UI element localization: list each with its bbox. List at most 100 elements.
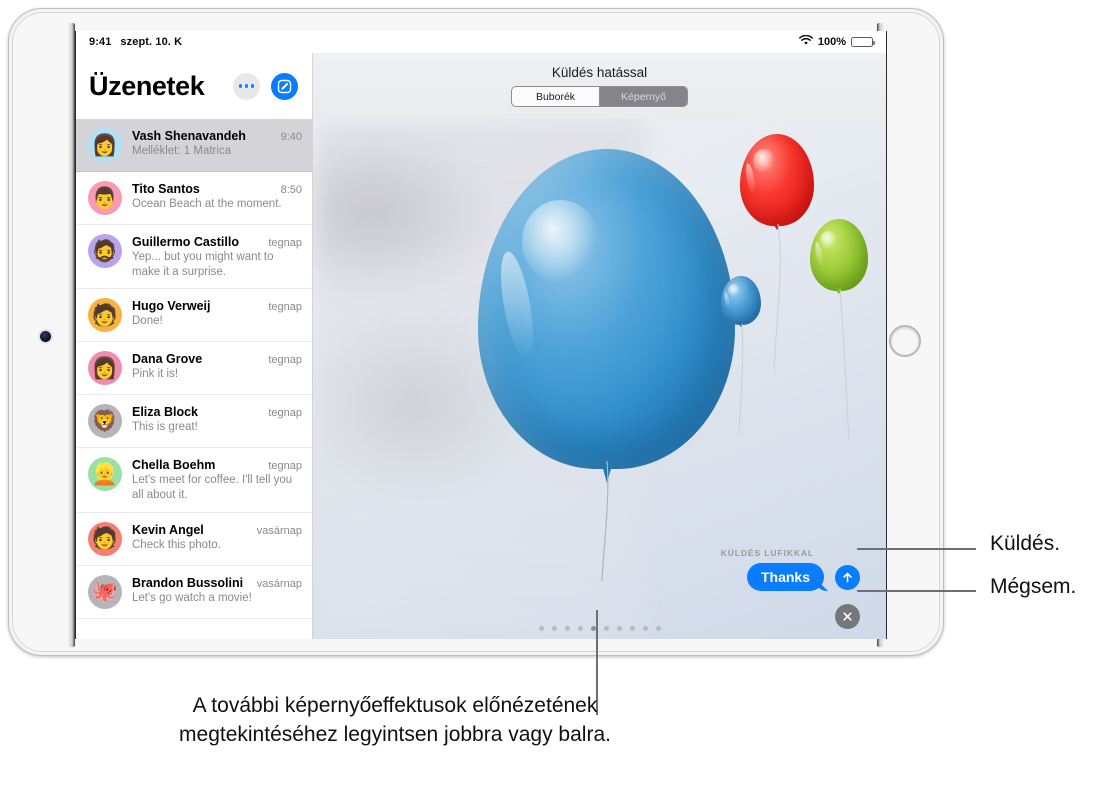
message-bubble: Thanks [746, 563, 824, 591]
message-time: vasárnap [256, 524, 302, 537]
ipad-device-frame: 9:41 szept. 10. K 100% Üzenetek 👩 Vash S… [8, 8, 944, 656]
callout-label-send: Küldés. [990, 532, 1061, 555]
status-bar-left: 9:41 szept. 10. K [89, 36, 182, 48]
avatar: 🦁 [88, 404, 122, 439]
send-effect-block: KÜLDÉS LUFIKKAL Thanks [721, 548, 860, 591]
avatar-glyph: 👨 [91, 186, 119, 210]
contact-name: Hugo Verweij [132, 299, 211, 314]
avatar: 🐙 [88, 574, 122, 609]
page-dot[interactable] [551, 626, 557, 631]
avatar-glyph: 🦁 [91, 409, 119, 433]
segment-bubble[interactable]: Buborék [512, 87, 599, 106]
more-ellipsis-icon[interactable] [233, 72, 260, 100]
message-preview: Let's meet for coffee. I'll tell you all… [132, 474, 293, 502]
message-preview: Ocean Beach at the moment. [132, 198, 282, 210]
effect-title: Küldés hatással [551, 65, 648, 80]
message-preview: Melléklet: 1 Matrica [132, 145, 232, 157]
conversation-top: Dana Grove tegnap [132, 352, 302, 366]
balloon-blue [721, 276, 761, 434]
message-preview: Done! [132, 315, 163, 328]
page-dot[interactable] [564, 626, 570, 631]
contact-name: Chella Boehm [132, 458, 216, 473]
message-preview: Pink it is! [132, 368, 179, 381]
message-preview: Yep... but you might want to make it a s… [132, 251, 274, 278]
compose-pencil-icon[interactable] [271, 72, 298, 100]
message-preview: Check this photo. [132, 538, 221, 551]
send-row: Thanks [746, 563, 860, 591]
conversation-body: Brandon Bussolini vasárnap Let's go watch … [132, 575, 302, 606]
status-date: szept. 10. K [120, 36, 183, 48]
conversation-row[interactable]: 👩 Vash Shenavandeh 9:40 Melléklet: 1 Matric… [76, 119, 312, 172]
conversation-row[interactable]: 👱 Chella Boehm tegnap Let's meet for coffee… [76, 448, 312, 513]
balloon-main [478, 149, 735, 581]
wifi-icon [798, 34, 813, 49]
conversation-body: Chella Boehm tegnap Let's meet for coffee.… [132, 457, 302, 502]
conversation-body: Eliza Block tegnap This is great! [132, 404, 302, 435]
contact-name: Vash Shenavandeh [132, 129, 246, 143]
message-preview: This is great! [132, 421, 198, 434]
conversation-row[interactable]: 🧑 Hugo Verweij tegnap Done! [76, 289, 312, 343]
conversation-row[interactable]: 👨 Tito Santos 8:50 Ocean Beach at the momen… [76, 172, 312, 225]
conversation-top: Tito Santos 8:50 [132, 182, 302, 196]
device-bezel: 9:41 szept. 10. K 100% Üzenetek 👩 Vash S… [12, 12, 940, 652]
callout-line-cancel [857, 590, 976, 592]
avatar: 👩 [88, 351, 122, 386]
conversation-top: Hugo Verweij tegnap [132, 299, 302, 313]
avatar-glyph: 👩 [91, 133, 119, 157]
page-dot[interactable] [616, 626, 622, 631]
avatar-glyph: 🐙 [91, 580, 119, 604]
message-time: tegnap [268, 407, 302, 420]
up-arrow-icon [843, 572, 852, 582]
close-x-icon [843, 612, 852, 621]
conversation-body: Guillermo Castillo tegnap Yep... but you m… [132, 234, 302, 279]
avatar: 👨 [88, 181, 122, 215]
page-dot[interactable] [590, 626, 596, 631]
contact-name: Kevin Angel [132, 522, 204, 537]
conversation-top: Chella Boehm tegnap [132, 458, 302, 472]
message-time: tegnap [268, 237, 302, 249]
message-time: 9:40 [280, 131, 302, 143]
home-button[interactable] [889, 325, 921, 357]
avatar-glyph: 🧑 [91, 527, 119, 551]
conversation-row[interactable]: 🐙 Brandon Bussolini vasárnap Let's go watch… [76, 565, 312, 619]
segment-screen[interactable]: Képernyő [599, 87, 687, 106]
message-time: tegnap [268, 301, 302, 314]
effect-type-segmented-control[interactable]: Buborék Képernyő [511, 86, 688, 107]
page-dot[interactable] [577, 626, 583, 631]
avatar: 👩 [88, 128, 122, 162]
page-dot[interactable] [629, 626, 635, 631]
conversation-list[interactable]: 👩 Vash Shenavandeh 9:40 Melléklet: 1 Matric… [76, 119, 312, 639]
send-button[interactable] [835, 564, 860, 590]
effect-stage[interactable]: KÜLDÉS LUFIKKAL Thanks [313, 119, 886, 639]
conversation-body: Dana Grove tegnap Pink it is! [132, 351, 302, 382]
avatar: 🧑 [88, 521, 122, 556]
split-view: Üzenetek 👩 Vash Shenavandeh 9:40 Mellékl… [76, 53, 886, 639]
front-camera-icon [40, 331, 51, 342]
page-dot[interactable] [538, 626, 544, 631]
contact-name: Guillermo Castillo [132, 235, 239, 249]
page-dot[interactable] [603, 626, 609, 631]
conversation-top: Eliza Block tegnap [132, 405, 302, 419]
contact-name: Tito Santos [132, 182, 200, 196]
balloon-green [810, 219, 868, 440]
conversation-body: Hugo Verweij tegnap Done! [132, 298, 302, 329]
avatar: 🧑 [88, 298, 122, 333]
conversation-body: Kevin Angel vasárnap Check this photo. [132, 522, 302, 553]
balloon-red [740, 134, 814, 374]
battery-percent-label: 100% [817, 36, 846, 48]
page-dot[interactable] [655, 626, 661, 631]
contact-name: Eliza Block [132, 405, 198, 420]
message-time: 8:50 [280, 184, 302, 196]
page-dot[interactable] [642, 626, 648, 631]
sidebar-header: Üzenetek [76, 53, 312, 119]
messages-sidebar: Üzenetek 👩 Vash Shenavandeh 9:40 Mellékl… [76, 53, 313, 639]
effect-page-dots[interactable] [538, 626, 661, 631]
conversation-top: Vash Shenavandeh 9:40 [132, 129, 302, 143]
conversation-row[interactable]: 🦁 Eliza Block tegnap This is great! [76, 395, 312, 449]
conversation-row[interactable]: 🧔 Guillermo Castillo tegnap Yep... but you … [76, 225, 312, 290]
effect-name-label: KÜLDÉS LUFIKKAL [720, 548, 814, 558]
cancel-button[interactable] [835, 604, 860, 629]
conversation-row[interactable]: 👩 Dana Grove tegnap Pink it is! [76, 342, 312, 396]
conversation-row[interactable]: 🧑 Kevin Angel vasárnap Check this photo. [76, 512, 312, 566]
screen-edge-left [68, 23, 75, 647]
